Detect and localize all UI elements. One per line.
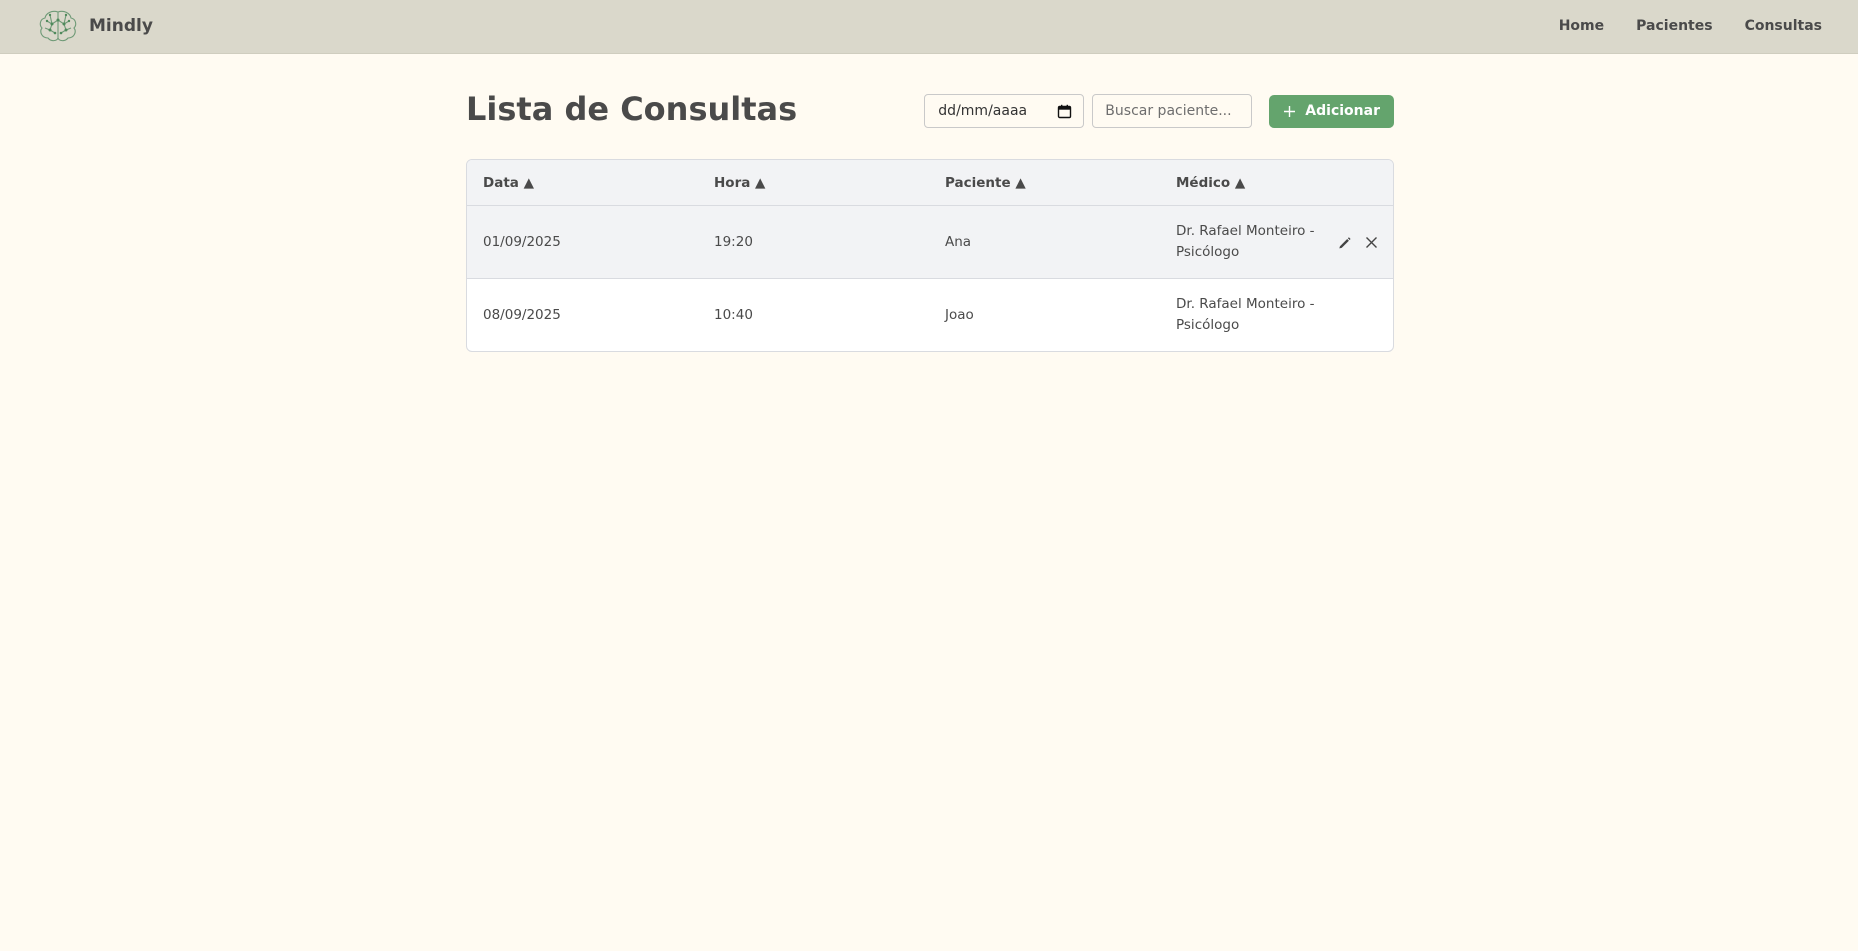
column-header-medico[interactable]: Médico ▲ — [1160, 160, 1393, 206]
cell-hora: 19:20 — [698, 205, 929, 279]
add-button[interactable]: Adicionar — [1269, 94, 1394, 128]
cell-medico: Dr. Rafael Monteiro - Psicólogo — [1160, 279, 1393, 352]
page-title: Lista de Consultas — [466, 90, 798, 128]
cell-medico: Dr. Rafael Monteiro - Psicólogo — [1160, 205, 1393, 279]
brand[interactable]: Mindly — [38, 9, 153, 43]
close-icon[interactable] — [1361, 232, 1381, 252]
column-header-hora[interactable]: Hora ▲ — [698, 160, 929, 206]
calendar-icon[interactable] — [1057, 104, 1072, 119]
brand-name: Mindly — [89, 16, 153, 36]
medico-text: Dr. Rafael Monteiro - Psicólogo — [1176, 223, 1315, 260]
cell-hora: 10:40 — [714, 306, 753, 323]
table-row[interactable]: 01/09/2025 19:20 Ana Dr. Rafael Monteiro… — [467, 205, 1393, 279]
toolbar: dd/mm/aaaa Adicionar — [924, 94, 1394, 128]
column-header-paciente[interactable]: Paciente ▲ — [929, 160, 1160, 206]
date-filter-input[interactable]: dd/mm/aaaa — [924, 94, 1085, 128]
cell-paciente: Joao — [945, 306, 974, 323]
plus-icon — [1284, 105, 1296, 117]
date-placeholder: dd/mm/aaaa — [938, 103, 1028, 119]
nav-link-pacientes[interactable]: Pacientes — [1636, 18, 1712, 34]
cell-data: 01/09/2025 — [467, 205, 698, 279]
search-patient-input[interactable] — [1092, 94, 1253, 128]
cell-data: 08/09/2025 — [483, 306, 561, 323]
brain-icon — [39, 10, 77, 42]
medico-text: Dr. Rafael Monteiro - Psicólogo — [1176, 296, 1315, 333]
table-header-row: Data ▲ Hora ▲ Paciente ▲ Médico ▲ — [467, 160, 1393, 206]
row-actions — [1327, 232, 1381, 252]
pencil-icon[interactable] — [1334, 232, 1354, 252]
nav-link-consultas[interactable]: Consultas — [1745, 18, 1822, 34]
consultas-table: Data ▲ Hora ▲ Paciente ▲ Médico ▲ 01/09/… — [466, 159, 1394, 352]
nav-links: Home Pacientes Consultas — [1527, 0, 1822, 52]
table-row[interactable]: 08/09/2025 10:40 Joao Dr. Rafael Monteir… — [467, 279, 1393, 352]
nav-link-home[interactable]: Home — [1559, 18, 1604, 34]
column-header-data[interactable]: Data ▲ — [467, 160, 698, 206]
add-button-label: Adicionar — [1305, 103, 1380, 119]
navbar: Mindly Home Pacientes Consultas — [0, 0, 1858, 54]
cell-paciente: Ana — [929, 205, 1160, 279]
